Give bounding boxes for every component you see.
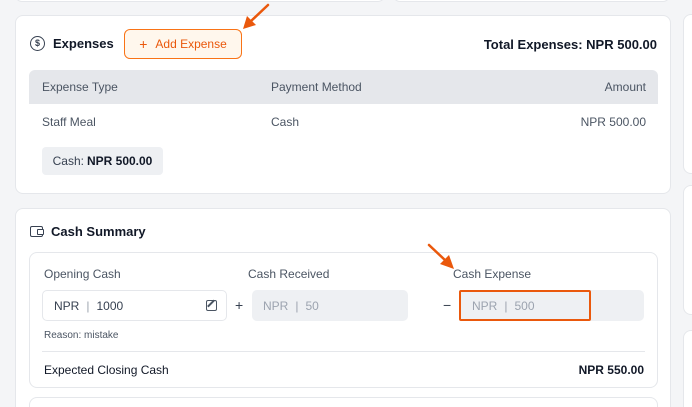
cash-received-value: 50 [305, 298, 319, 313]
field-separator: | [86, 298, 90, 313]
opening-cash-value: 1000 [96, 298, 124, 313]
cash-expense-currency: NPR [472, 298, 498, 313]
cash-expense-label: Cash Expense [453, 267, 532, 281]
table-row[interactable]: Staff Meal Cash NPR 500.00 [29, 106, 658, 138]
partial-card [393, 0, 670, 2]
add-expense-label: Add Expense [155, 37, 227, 51]
reason-text: Reason: mistake [44, 330, 119, 341]
header-payment-method: Payment Method [271, 80, 362, 94]
plus-icon: + [139, 36, 148, 52]
cash-total-chip: Cash: NPR 500.00 [42, 147, 163, 175]
cash-expense-field: NPR | 500 [459, 290, 591, 321]
cash-received-label: Cash Received [248, 267, 330, 281]
total-expenses: Total Expenses: NPR 500.00 [483, 37, 657, 52]
opening-cash-label: Opening Cash [44, 267, 121, 281]
wallet-icon [30, 226, 44, 237]
expected-closing-value: NPR 550.00 [578, 363, 644, 377]
partial-card [15, 0, 385, 2]
cash-received-field: NPR | 50 [252, 290, 408, 321]
cash-summary-title: Cash Summary [51, 224, 146, 239]
expenses-header: $ Expenses [30, 36, 114, 51]
field-separator: | [295, 298, 299, 313]
cell-payment-method: Cash [271, 115, 300, 129]
minus-operator: − [443, 297, 452, 313]
page: $ Expenses + Add Expense Total Expenses:… [0, 0, 692, 407]
cash-summary-panel: Opening Cash Cash Received Cash Expense … [29, 252, 658, 388]
expected-closing-label: Expected Closing Cash [44, 363, 169, 377]
field-separator: | [504, 298, 508, 313]
opening-cash-currency: NPR [54, 298, 80, 313]
expenses-title: Expenses [53, 36, 114, 51]
opening-cash-field[interactable]: NPR | 1000 [42, 290, 227, 321]
partial-card [683, 330, 692, 407]
divider [42, 351, 645, 352]
cell-expense-type: Staff Meal [42, 115, 96, 129]
partial-card [683, 14, 692, 174]
partial-next-card [29, 397, 658, 407]
cash-summary-header: Cash Summary [30, 224, 146, 239]
cash-expense-value: 500 [514, 298, 535, 313]
cash-summary-card: Cash Summary Opening Cash Cash Received … [15, 208, 671, 407]
header-amount: Amount [604, 80, 646, 94]
plus-operator: + [235, 297, 244, 313]
add-expense-button[interactable]: + Add Expense [124, 29, 242, 59]
header-expense-type: Expense Type [42, 80, 118, 94]
edit-icon[interactable] [206, 300, 217, 311]
expenses-table-header: Expense Type Payment Method Amount [29, 70, 658, 104]
expenses-card: $ Expenses + Add Expense Total Expenses:… [15, 15, 671, 194]
cash-received-currency: NPR [263, 298, 289, 313]
cash-chip-label: Cash: [52, 154, 84, 168]
cash-chip-value: NPR 500.00 [86, 154, 153, 168]
partial-card [683, 185, 692, 315]
dollar-circle-icon: $ [30, 36, 45, 51]
cell-amount: NPR 500.00 [580, 115, 646, 129]
